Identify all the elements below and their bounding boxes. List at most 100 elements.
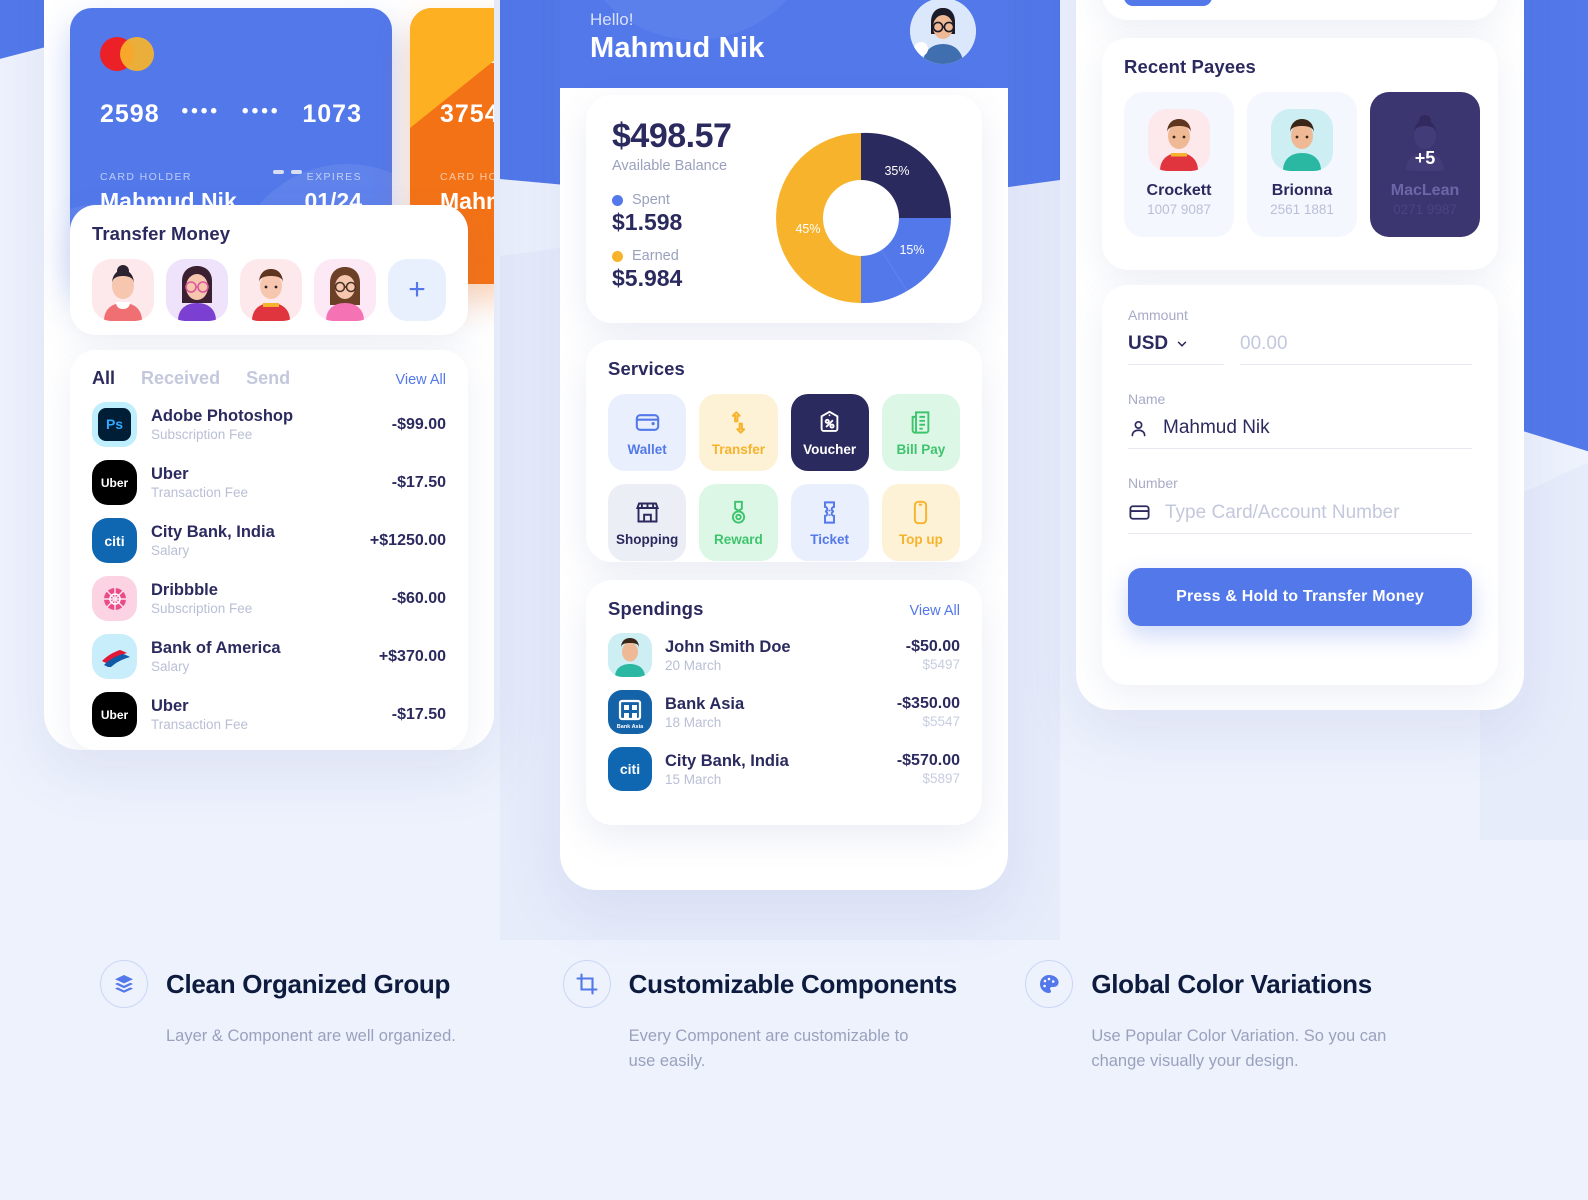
services-grid[interactable]: Wallet Transfer Voucher Bill Pay Shoppin [608,394,960,561]
pagination-dot[interactable] [273,170,284,174]
tab-received[interactable]: Received [141,368,220,389]
spending-amount: -$350.00 [896,695,960,712]
carousel-pagination[interactable] [44,170,494,174]
spending-date: 15 March [665,771,722,787]
tab-all[interactable]: All [92,368,115,389]
transfer-money-button[interactable]: Press & Hold to Transfer Money [1128,568,1472,626]
service-wallet[interactable]: Wallet [608,394,687,471]
table-row[interactable]: Bank of America Salary +$370.00 [92,634,446,679]
transaction-name: Dribbble [151,581,218,599]
service-reward[interactable]: Reward [699,484,778,561]
payee-card-more[interactable]: +5 MacLean 0271 9987 [1370,92,1480,237]
payee-number: 1007 9087 [1147,202,1211,217]
crop-icon [562,960,611,1008]
avatar[interactable] [314,259,376,321]
avatar[interactable] [910,0,976,64]
contact-avatar-list[interactable]: + [92,259,446,321]
avatar[interactable] [240,259,302,321]
legend-value: $1.598 [612,209,683,235]
payee-card[interactable]: Brionna 2561 1881 [1247,92,1357,237]
spending-name: Bank Asia [665,694,745,713]
avatar [1148,109,1210,171]
name-value: Mahmud Nik [1163,417,1270,438]
phone-panel-right: Mahmud Nik 01/24 Debit $1556.12 Recent P… [1076,0,1524,710]
view-all-link[interactable]: View All [395,372,446,388]
selected-card-row[interactable]: Mahmud Nik 01/24 Debit $1556.12 [1102,0,1498,20]
spending-amount: -$50.00 [905,638,960,655]
payee-name: MacLean [1390,182,1460,199]
legend-item-earned: Earned [612,248,731,264]
card-number-mask: •••• [181,100,221,122]
service-billpay[interactable]: Bill Pay [881,394,960,471]
mini-credit-card[interactable]: Mahmud Nik 01/24 [1124,0,1212,6]
avatar[interactable] [92,259,154,321]
spending-date: 20 March [665,657,722,673]
add-contact-button[interactable]: + [388,259,446,321]
number-label: Number [1128,475,1178,491]
transaction-name: Adobe Photoshop [151,407,294,425]
table-row[interactable]: Uber Uber Transaction Fee -$17.50 [92,692,446,737]
card-number-part: 1073 [302,100,362,128]
donut-label-45: 45% [795,222,820,236]
ps-icon: Ps [92,402,137,447]
number-input[interactable]: Type Card/Account Number [1128,501,1472,534]
table-row[interactable]: Dribbble Subscription Fee -$60.00 [92,576,446,621]
transaction-sub: Transaction Fee [151,717,249,732]
recent-payees-section: Recent Payees Crockett 1007 9087 Brionna… [1102,38,1498,270]
transaction-name: Uber [151,465,189,483]
name-input[interactable]: Mahmud Nik [1128,417,1472,449]
transaction-amount: -$60.00 [391,589,446,607]
spending-name: John Smith Doe [665,637,791,656]
payee-card[interactable]: Crockett 1007 9087 [1124,92,1234,237]
legend-swatch [612,194,623,206]
app-screenshot: 2598 •••• •••• 1073 CARD HOLDER Mahmud N… [0,0,1588,1200]
crop-icon-glyph [576,973,598,995]
transfer-money-button-label: Press & Hold to Transfer Money [1176,588,1424,605]
table-row[interactable]: citi City Bank, India Salary +$1250.00 [92,518,446,563]
spending-account: $5497 [922,657,960,672]
payees-list[interactable]: Crockett 1007 9087 Brionna 2561 1881 +5 [1124,92,1480,237]
spending-account: $5547 [922,714,960,729]
avatar[interactable] [166,259,228,321]
spendings-view-all[interactable]: View All [909,603,960,619]
donut-label-15: 15% [899,243,924,257]
list-item[interactable]: citi City Bank, India 15 March -$570.00 … [608,747,960,791]
service-ticket[interactable]: Ticket [790,484,869,561]
service-voucher[interactable]: Voucher [790,394,869,471]
payee-number: 2561 1881 [1270,202,1334,217]
table-row[interactable]: Ps Adobe Photoshop Subscription Fee -$99… [92,402,446,447]
pagination-dot-active[interactable] [236,170,266,174]
service-label: Ticket [810,531,850,547]
feature-title: Clean Organized Group [166,968,451,999]
service-shopping[interactable]: Shopping [608,484,687,561]
transaction-sub: Salary [151,659,190,674]
payee-name: Crockett [1146,182,1212,199]
tab-send[interactable]: Send [246,368,290,389]
list-item[interactable]: Bank Asia Bank Asia 18 March -$350.00 $5… [608,690,960,734]
feature-title: Global Color Variations [1091,968,1372,999]
legend-item-spent: Spent [612,192,731,208]
service-label: Wallet [627,441,667,457]
transaction-name: Bank of America [151,639,281,657]
bankasia-icon: Bank Asia [608,690,652,734]
transfer-icon [731,410,746,434]
billpay-icon [912,410,930,434]
payee-name: Brionna [1271,182,1333,199]
table-row[interactable]: Uber Uber Transaction Fee -$17.50 [92,460,446,505]
name-label: Name [1128,391,1166,407]
feature-customizable-components: Customizable Components Every Component … [562,960,1026,1074]
service-transfer[interactable]: Transfer [699,394,778,471]
service-topup[interactable]: Top up [881,484,960,561]
palette-icon-glyph [1040,975,1059,993]
legend-value: $5.984 [612,265,683,291]
voucher-icon [820,410,839,432]
transfer-money-title: Transfer Money [92,223,231,244]
pagination-dot[interactable] [291,170,302,174]
recent-payees-title: Recent Payees [1124,56,1256,77]
amount-input[interactable]: 00.00 [1240,333,1472,365]
card-number-mask: •••• [241,100,281,122]
list-item[interactable]: John Smith Doe 20 March -$50.00 $5497 [608,633,960,677]
spending-name: City Bank, India [665,751,789,770]
service-label: Bill Pay [896,441,946,457]
currency-select[interactable]: USD [1128,333,1224,365]
